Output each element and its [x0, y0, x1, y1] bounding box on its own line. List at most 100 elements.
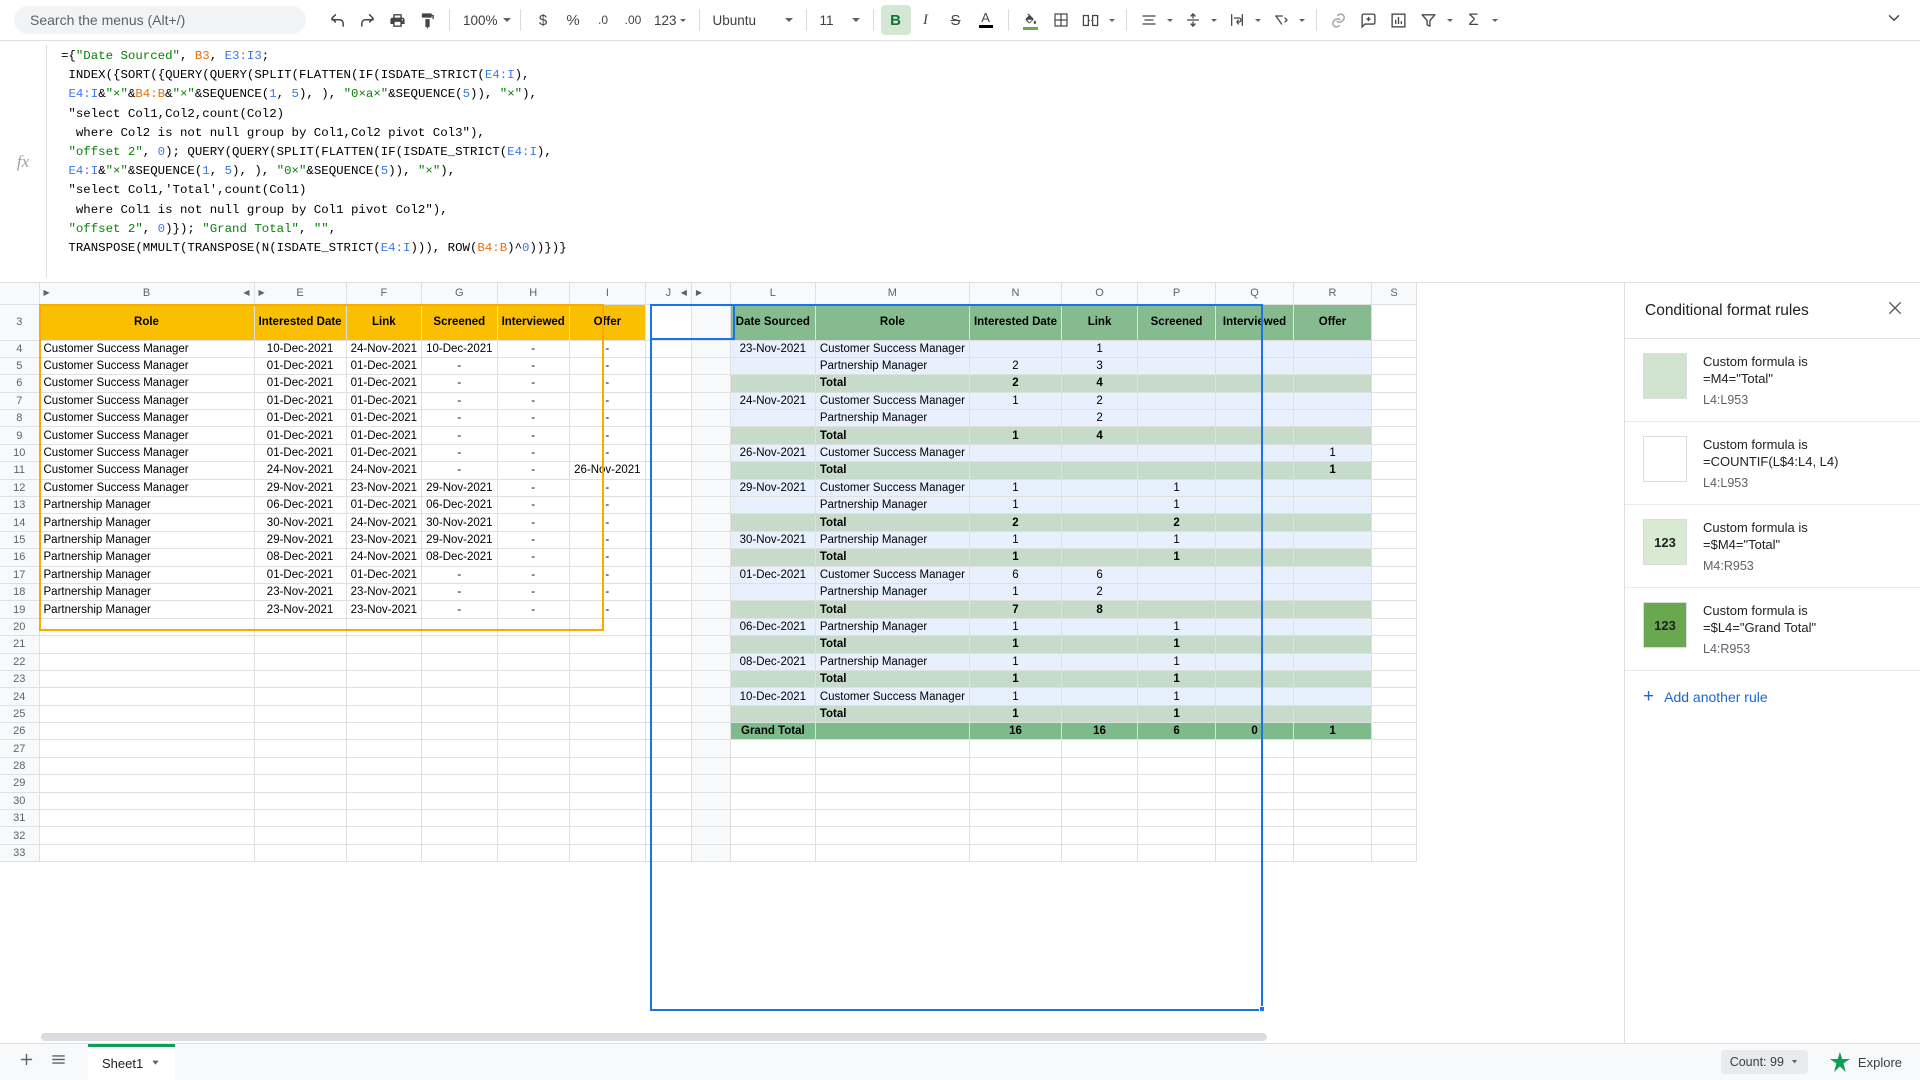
pivot-value-cell[interactable]: 6: [968, 565, 1063, 584]
pivot-value-cell[interactable]: [1137, 443, 1217, 463]
merge-cells-button[interactable]: [1076, 5, 1106, 35]
left-data-cell[interactable]: -: [568, 339, 646, 358]
pivot-empty-cell[interactable]: [1293, 756, 1373, 776]
spacer-cell[interactable]: [644, 722, 692, 741]
spacer-cell[interactable]: [644, 530, 692, 550]
pivot-date-cell[interactable]: [729, 374, 816, 393]
left-data-cell[interactable]: -: [421, 426, 498, 445]
left-empty-cell[interactable]: [421, 826, 498, 845]
left-empty-cell[interactable]: [345, 652, 423, 671]
left-empty-cell[interactable]: [421, 809, 498, 828]
left-data-cell[interactable]: 01-Dec-2021: [345, 496, 423, 515]
column-header-B[interactable]: B ▶ ◀: [38, 283, 255, 305]
pivot-value-cell[interactable]: [968, 461, 1063, 480]
pivot-date-cell[interactable]: [729, 548, 816, 567]
row-header-9[interactable]: 9: [0, 426, 40, 445]
pivot-value-cell[interactable]: [1215, 704, 1295, 724]
insert-link-button[interactable]: [1324, 5, 1354, 35]
pivot-date-cell[interactable]: 29-Nov-2021: [729, 478, 816, 498]
row-header-30[interactable]: 30: [0, 791, 40, 811]
left-empty-cell[interactable]: [568, 652, 646, 671]
left-empty-cell[interactable]: [253, 809, 347, 828]
spacer-cell[interactable]: [644, 391, 692, 411]
spacer-cell[interactable]: [1371, 391, 1418, 411]
spacer-cell[interactable]: [644, 774, 692, 793]
left-data-cell[interactable]: 23-Nov-2021: [253, 600, 347, 619]
pivot-empty-cell[interactable]: [1293, 826, 1373, 845]
left-empty-cell[interactable]: [345, 669, 423, 689]
left-empty-cell[interactable]: [345, 722, 423, 741]
row-header-26[interactable]: 26: [0, 722, 40, 741]
pivot-value-cell[interactable]: [1293, 548, 1373, 567]
left-data-cell[interactable]: -: [496, 391, 570, 411]
horizontal-align-button[interactable]: [1134, 5, 1164, 35]
left-empty-cell[interactable]: [568, 756, 646, 776]
pivot-value-cell[interactable]: [1137, 461, 1217, 480]
left-data-cell[interactable]: -: [496, 461, 570, 480]
pivot-value-cell[interactable]: 1: [1137, 478, 1217, 498]
chevron-down-icon[interactable]: [150, 1056, 161, 1071]
row-header-19[interactable]: 19: [0, 600, 40, 619]
pivot-empty-cell[interactable]: [729, 756, 816, 776]
pivot-value-cell[interactable]: [1215, 426, 1295, 445]
pivot-empty-cell[interactable]: [1061, 756, 1139, 776]
more-formats-button[interactable]: 123: [648, 7, 692, 33]
italic-button[interactable]: I: [911, 5, 941, 35]
column-header-P[interactable]: P: [1137, 283, 1217, 305]
pivot-date-cell[interactable]: [729, 409, 816, 428]
left-data-cell[interactable]: Customer Success Manager: [38, 339, 255, 358]
pivot-value-cell[interactable]: [1061, 530, 1139, 550]
row-header-14[interactable]: 14: [0, 513, 40, 532]
pivot-empty-cell[interactable]: [729, 843, 816, 863]
pivot-value-cell[interactable]: [1293, 582, 1373, 602]
pivot-empty-cell[interactable]: [729, 791, 816, 811]
left-data-cell[interactable]: Customer Success Manager: [38, 426, 255, 445]
left-empty-cell[interactable]: [496, 774, 570, 793]
left-data-cell[interactable]: Customer Success Manager: [38, 478, 255, 498]
pivot-empty-cell[interactable]: [814, 826, 970, 845]
left-empty-cell[interactable]: [38, 669, 255, 689]
left-header-cell[interactable]: Link: [345, 303, 423, 341]
spacer-cell[interactable]: [644, 426, 692, 445]
left-empty-cell[interactable]: [253, 791, 347, 811]
left-empty-cell[interactable]: [421, 739, 498, 758]
left-data-cell[interactable]: 24-Nov-2021: [345, 548, 423, 567]
pivot-value-cell[interactable]: [1293, 687, 1373, 706]
pivot-value-cell[interactable]: 1: [1137, 652, 1217, 671]
left-empty-cell[interactable]: [38, 756, 255, 776]
left-data-cell[interactable]: -: [421, 565, 498, 584]
pivot-value-cell[interactable]: [1215, 443, 1295, 463]
left-empty-cell[interactable]: [421, 669, 498, 689]
pivot-value-cell[interactable]: 16: [1061, 722, 1139, 741]
left-data-cell[interactable]: -: [421, 356, 498, 376]
pivot-role-cell[interactable]: Customer Success Manager: [814, 565, 970, 584]
pivot-empty-cell[interactable]: [1137, 791, 1217, 811]
pivot-value-cell[interactable]: 6: [1137, 722, 1217, 741]
left-empty-cell[interactable]: [38, 652, 255, 671]
left-data-cell[interactable]: 01-Dec-2021: [253, 409, 347, 428]
spacer-cell[interactable]: [1371, 461, 1418, 480]
pivot-header-cell[interactable]: Role: [814, 303, 970, 341]
left-data-cell[interactable]: -: [421, 582, 498, 602]
row-header-13[interactable]: 13: [0, 496, 40, 515]
pivot-value-cell[interactable]: 1: [1137, 687, 1217, 706]
pivot-date-cell[interactable]: [729, 635, 816, 654]
all-sheets-button[interactable]: [42, 1046, 74, 1078]
pivot-value-cell[interactable]: [1061, 496, 1139, 515]
pivot-value-cell[interactable]: [1137, 600, 1217, 619]
chevron-down-icon[interactable]: [1166, 18, 1173, 22]
left-empty-cell[interactable]: [253, 774, 347, 793]
pivot-value-cell[interactable]: 1: [968, 652, 1063, 671]
pivot-value-cell[interactable]: 2: [968, 356, 1063, 376]
pivot-empty-cell[interactable]: [1293, 774, 1373, 793]
left-data-cell[interactable]: -: [496, 565, 570, 584]
spacer-cell[interactable]: [1371, 704, 1418, 724]
pivot-role-cell[interactable]: Partnership Manager: [814, 356, 970, 376]
pivot-role-cell[interactable]: Partnership Manager: [814, 617, 970, 637]
left-data-cell[interactable]: Customer Success Manager: [38, 391, 255, 411]
pivot-value-cell[interactable]: 1: [1061, 339, 1139, 358]
spacer-cell[interactable]: [644, 582, 692, 602]
row-header-28[interactable]: 28: [0, 756, 40, 776]
pivot-role-cell[interactable]: Partnership Manager: [814, 582, 970, 602]
chevron-down-icon[interactable]: [1108, 18, 1115, 22]
